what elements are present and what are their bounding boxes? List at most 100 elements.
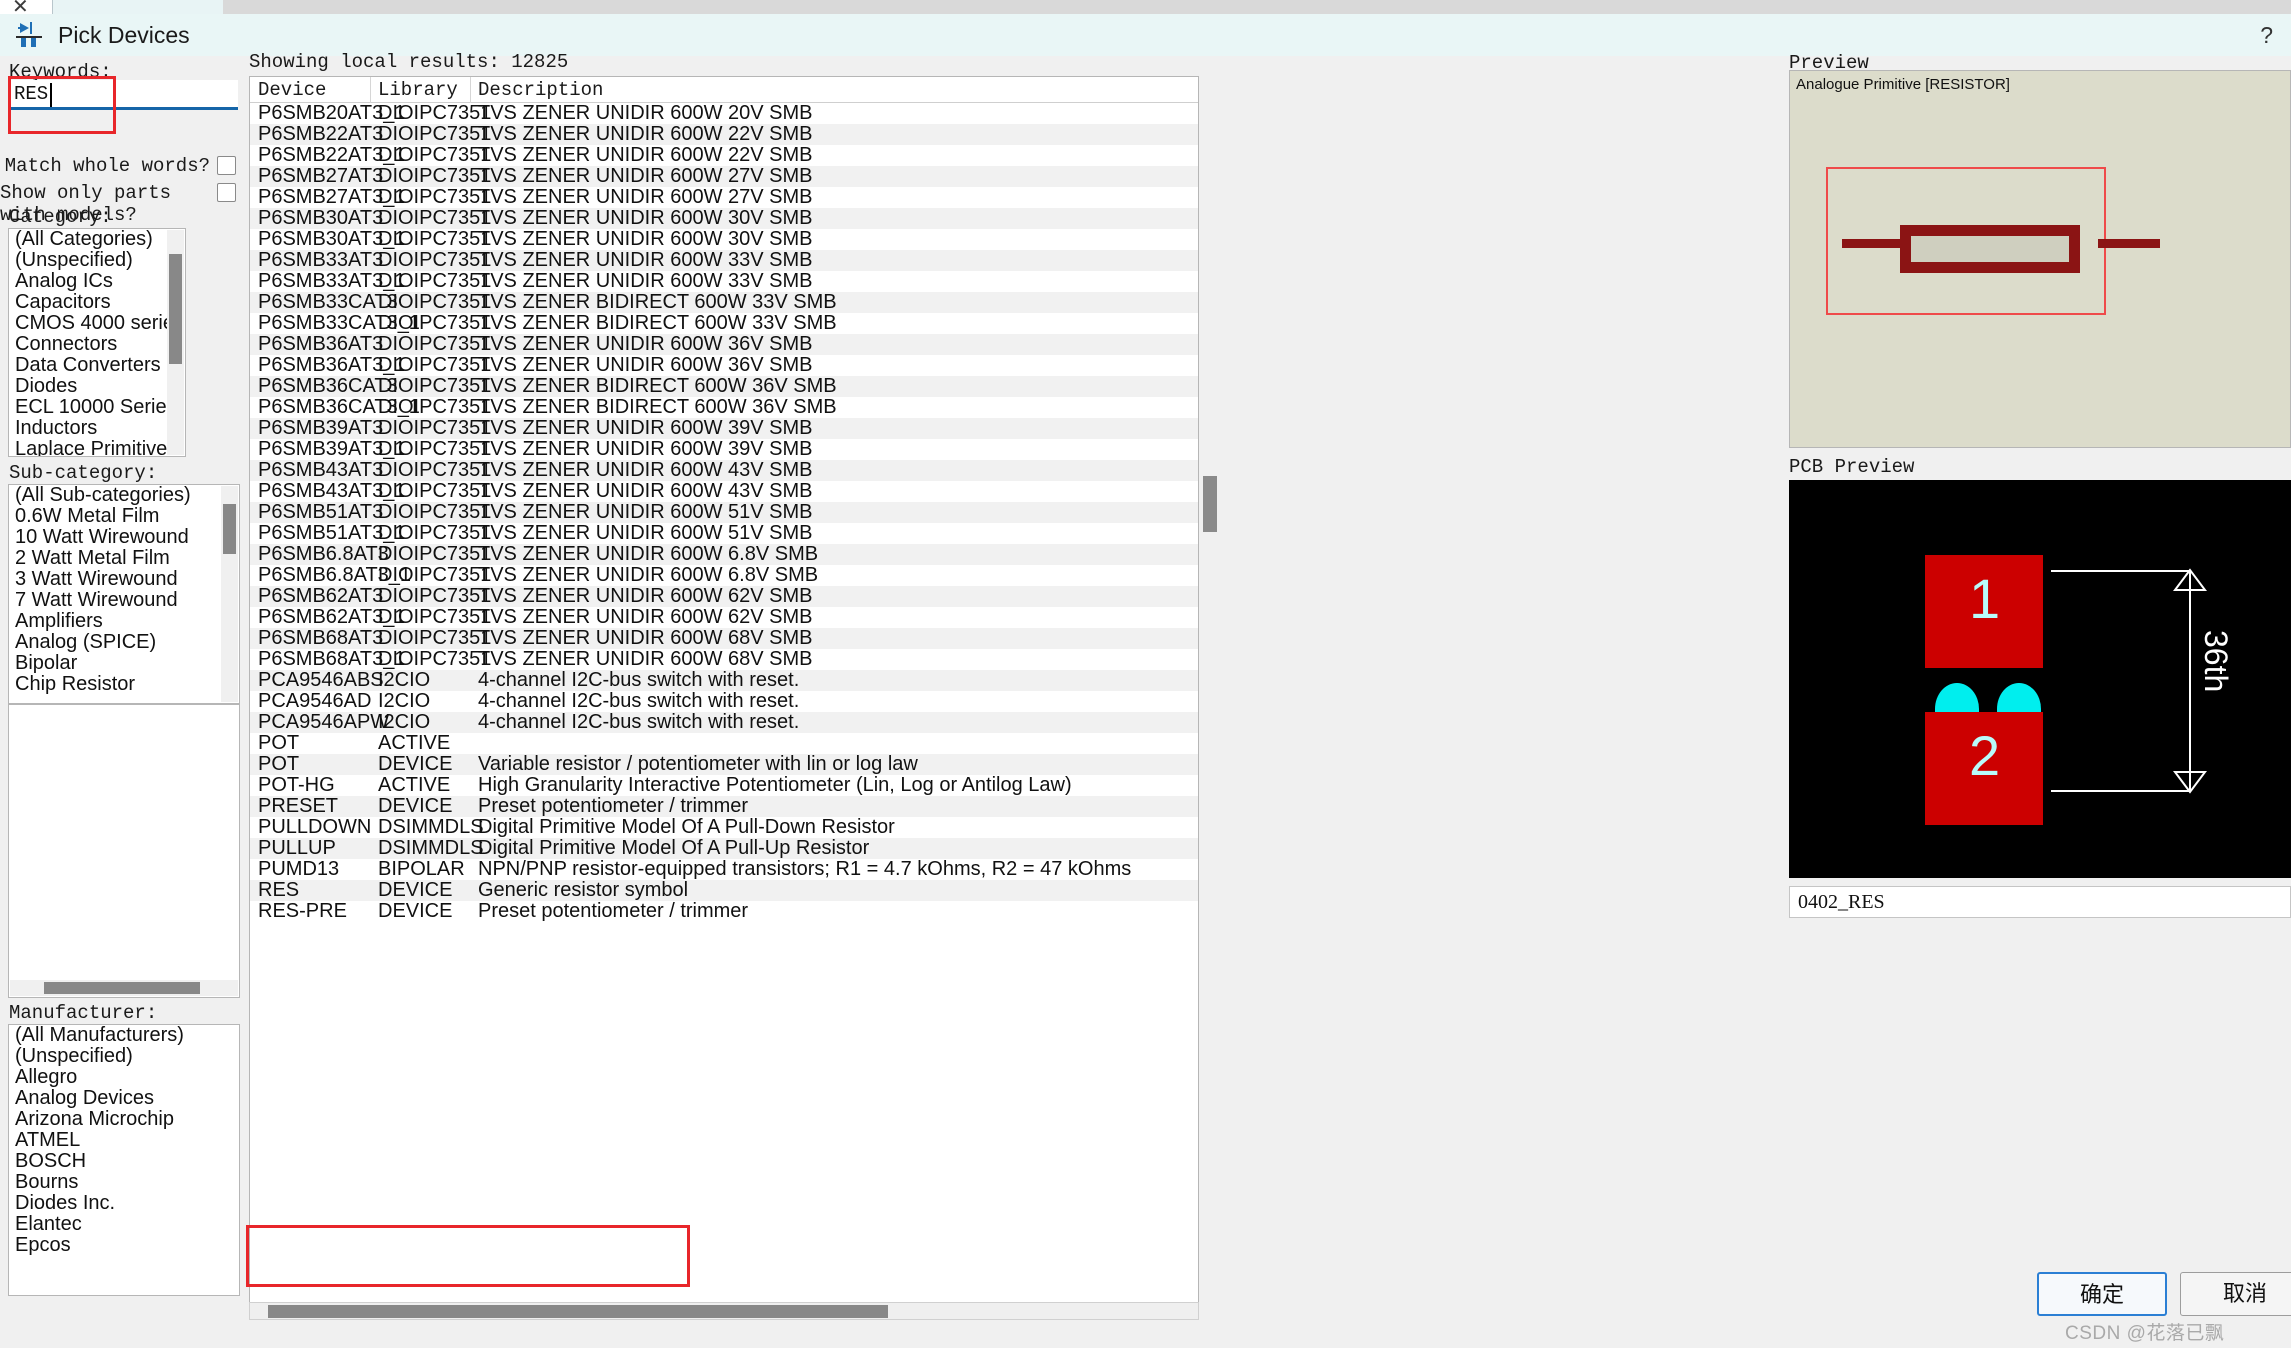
manufacturer-item-3[interactable]: Analog Devices <box>9 1088 239 1109</box>
column-separator-1[interactable] <box>370 77 371 103</box>
results-horizontal-scrollbar[interactable] <box>249 1302 1199 1320</box>
table-row[interactable]: P6SMB33CAT3DIOIPC7351TVS ZENER BIDIRECT … <box>250 292 1198 313</box>
table-row[interactable]: POT-HGACTIVEHigh Granularity Interactive… <box>250 775 1198 796</box>
table-row[interactable]: P6SMB43AT3DIOIPC7351TVS ZENER UNIDIR 600… <box>250 460 1198 481</box>
manufacturer-item-7[interactable]: Bourns <box>9 1172 239 1193</box>
table-row[interactable]: PCA9546APWI2CIO4-channel I2C-bus switch … <box>250 712 1198 733</box>
table-row[interactable]: PULLDOWNDSIMMDLSDigital Primitive Model … <box>250 817 1198 838</box>
category-scrollbar-thumb[interactable] <box>169 254 182 364</box>
table-row[interactable]: P6SMB68AT3_1DIOIPC7351TVS ZENER UNIDIR 6… <box>250 649 1198 670</box>
table-row[interactable]: P6SMB30AT3_1DIOIPC7351TVS ZENER UNIDIR 6… <box>250 229 1198 250</box>
manufacturer-item-5[interactable]: ATMEL <box>9 1130 239 1151</box>
manufacturer-item-8[interactable]: Diodes Inc. <box>9 1193 239 1214</box>
table-row[interactable]: P6SMB30AT3DIOIPC7351TVS ZENER UNIDIR 600… <box>250 208 1198 229</box>
manufacturer-item-9[interactable]: Elantec <box>9 1214 239 1235</box>
manufacturer-item-2[interactable]: Allegro <box>9 1067 239 1088</box>
category-scrollbar[interactable] <box>167 230 184 455</box>
manufacturer-listbox[interactable]: (All Manufacturers)(Unspecified)AllegroA… <box>8 1024 240 1296</box>
column-separator-2[interactable] <box>470 77 471 103</box>
table-row[interactable]: P6SMB39AT3DIOIPC7351TVS ZENER UNIDIR 600… <box>250 418 1198 439</box>
subcategory-item-7[interactable]: Analog (SPICE) <box>9 632 239 653</box>
category-item-0[interactable]: (All Categories) <box>9 229 185 250</box>
help-icon[interactable]: ? <box>2260 22 2273 49</box>
table-row[interactable]: P6SMB20AT3_1DIOIPC7351TVS ZENER UNIDIR 6… <box>250 103 1198 124</box>
table-row[interactable]: P6SMB51AT3DIOIPC7351TVS ZENER UNIDIR 600… <box>250 502 1198 523</box>
subcategory-hscrollbar-thumb[interactable] <box>44 982 200 994</box>
show-only-parts-row[interactable]: Show only parts with models? <box>0 182 240 206</box>
device-results-table[interactable]: Device Library Description P6SMB20AT3_1D… <box>249 76 1199 1306</box>
table-row[interactable]: P6SMB62AT3DIOIPC7351TVS ZENER UNIDIR 600… <box>250 586 1198 607</box>
table-row[interactable]: P6SMB33AT3_1DIOIPC7351TVS ZENER UNIDIR 6… <box>250 271 1198 292</box>
table-row[interactable]: PCA9546ABSI2CIO4-channel I2C-bus switch … <box>250 670 1198 691</box>
results-horizontal-scrollbar-thumb[interactable] <box>268 1305 888 1318</box>
subcategory-scrollbar[interactable] <box>221 486 238 702</box>
subcategory-listbox[interactable]: (All Sub-categories)0.6W Metal Film10 Wa… <box>8 484 240 704</box>
subcategory-item-8[interactable]: Bipolar <box>9 653 239 674</box>
category-item-7[interactable]: Diodes <box>9 376 185 397</box>
results-vertical-scrollbar-thumb[interactable] <box>1203 476 1217 532</box>
manufacturer-item-6[interactable]: BOSCH <box>9 1151 239 1172</box>
table-row[interactable]: POTDEVICEVariable resistor / potentiomet… <box>250 754 1198 775</box>
subcategory-item-0[interactable]: (All Sub-categories) <box>9 485 239 506</box>
subcategory-item-3[interactable]: 2 Watt Metal Film <box>9 548 239 569</box>
cancel-button[interactable]: 取消 <box>2180 1272 2291 1316</box>
category-item-10[interactable]: Laplace Primitives <box>9 439 185 457</box>
table-row[interactable]: P6SMB68AT3DIOIPC7351TVS ZENER UNIDIR 600… <box>250 628 1198 649</box>
column-header-device[interactable]: Device <box>258 79 326 101</box>
table-row[interactable]: P6SMB22AT3DIOIPC7351TVS ZENER UNIDIR 600… <box>250 124 1198 145</box>
table-row[interactable]: P6SMB22AT3_1DIOIPC7351TVS ZENER UNIDIR 6… <box>250 145 1198 166</box>
match-whole-words-checkbox[interactable] <box>217 156 236 175</box>
column-header-library[interactable]: Library <box>378 79 458 101</box>
subcategory-listbox-lower[interactable] <box>8 704 240 998</box>
ok-button[interactable]: 确定 <box>2037 1272 2167 1316</box>
table-row[interactable]: P6SMB43AT3_1DIOIPC7351TVS ZENER UNIDIR 6… <box>250 481 1198 502</box>
category-item-9[interactable]: Inductors <box>9 418 185 439</box>
table-row[interactable]: P6SMB27AT3DIOIPC7351TVS ZENER UNIDIR 600… <box>250 166 1198 187</box>
category-item-2[interactable]: Analog ICs <box>9 271 185 292</box>
match-whole-words-row[interactable]: Match whole words? <box>0 155 240 179</box>
subcategory-item-9[interactable]: Chip Resistor <box>9 674 239 695</box>
table-row[interactable]: P6SMB36AT3DIOIPC7351TVS ZENER UNIDIR 600… <box>250 334 1198 355</box>
table-row[interactable]: PRESETDEVICEPreset potentiometer / trimm… <box>250 796 1198 817</box>
table-row[interactable]: P6SMB6.8AT3DIOIPC7351TVS ZENER UNIDIR 60… <box>250 544 1198 565</box>
table-row[interactable]: P6SMB36AT3_1DIOIPC7351TVS ZENER UNIDIR 6… <box>250 355 1198 376</box>
manufacturer-item-10[interactable]: Epcos <box>9 1235 239 1256</box>
table-row[interactable]: P6SMB33CAT3_1DIOIPC7351TVS ZENER BIDIREC… <box>250 313 1198 334</box>
category-item-8[interactable]: ECL 10000 Series <box>9 397 185 418</box>
subcategory-scrollbar-thumb[interactable] <box>223 504 236 554</box>
subcategory-item-1[interactable]: 0.6W Metal Film <box>9 506 239 527</box>
table-row[interactable]: P6SMB6.8AT3_1DIOIPC7351TVS ZENER UNIDIR … <box>250 565 1198 586</box>
table-row[interactable]: P6SMB62AT3_1DIOIPC7351TVS ZENER UNIDIR 6… <box>250 607 1198 628</box>
category-listbox[interactable]: (All Categories)(Unspecified)Analog ICsC… <box>8 228 186 457</box>
subcategory-item-4[interactable]: 3 Watt Wirewound <box>9 569 239 590</box>
table-row[interactable]: RESDEVICEGeneric resistor symbol <box>250 880 1198 901</box>
column-header-description[interactable]: Description <box>478 79 603 101</box>
table-row[interactable]: P6SMB51AT3_1DIOIPC7351TVS ZENER UNIDIR 6… <box>250 523 1198 544</box>
table-row[interactable]: RES-PREDEVICEPreset potentiometer / trim… <box>250 901 1198 922</box>
table-row[interactable]: POTACTIVE <box>250 733 1198 754</box>
keywords-input[interactable] <box>10 80 238 110</box>
category-item-3[interactable]: Capacitors <box>9 292 185 313</box>
subcategory-hscrollbar[interactable] <box>10 980 238 996</box>
manufacturer-item-1[interactable]: (Unspecified) <box>9 1046 239 1067</box>
table-row[interactable]: PULLUPDSIMMDLSDigital Primitive Model Of… <box>250 838 1198 859</box>
subcategory-item-2[interactable]: 10 Watt Wirewound <box>9 527 239 548</box>
category-item-5[interactable]: Connectors <box>9 334 185 355</box>
table-row[interactable]: PUMD13BIPOLARNPN/PNP resistor-equipped t… <box>250 859 1198 880</box>
subcategory-item-5[interactable]: 7 Watt Wirewound <box>9 590 239 611</box>
table-row[interactable]: P6SMB36CAT3DIOIPC7351TVS ZENER BIDIRECT … <box>250 376 1198 397</box>
results-vertical-scrollbar[interactable] <box>1202 76 1218 1306</box>
table-row[interactable]: P6SMB33AT3DIOIPC7351TVS ZENER UNIDIR 600… <box>250 250 1198 271</box>
manufacturer-item-0[interactable]: (All Manufacturers) <box>9 1025 239 1046</box>
category-item-4[interactable]: CMOS 4000 series <box>9 313 185 334</box>
table-row[interactable]: PCA9546ADI2CIO4-channel I2C-bus switch w… <box>250 691 1198 712</box>
table-row[interactable]: P6SMB27AT3_1DIOIPC7351TVS ZENER UNIDIR 6… <box>250 187 1198 208</box>
subcategory-item-6[interactable]: Amplifiers <box>9 611 239 632</box>
table-row[interactable]: P6SMB36CAT3_1DIOIPC7351TVS ZENER BIDIREC… <box>250 397 1198 418</box>
table-row[interactable]: P6SMB39AT3_1DIOIPC7351TVS ZENER UNIDIR 6… <box>250 439 1198 460</box>
package-name-field[interactable]: 0402_RES <box>1789 886 2291 918</box>
category-item-6[interactable]: Data Converters <box>9 355 185 376</box>
manufacturer-item-4[interactable]: Arizona Microchip <box>9 1109 239 1130</box>
show-only-parts-checkbox[interactable] <box>217 183 236 202</box>
category-item-1[interactable]: (Unspecified) <box>9 250 185 271</box>
